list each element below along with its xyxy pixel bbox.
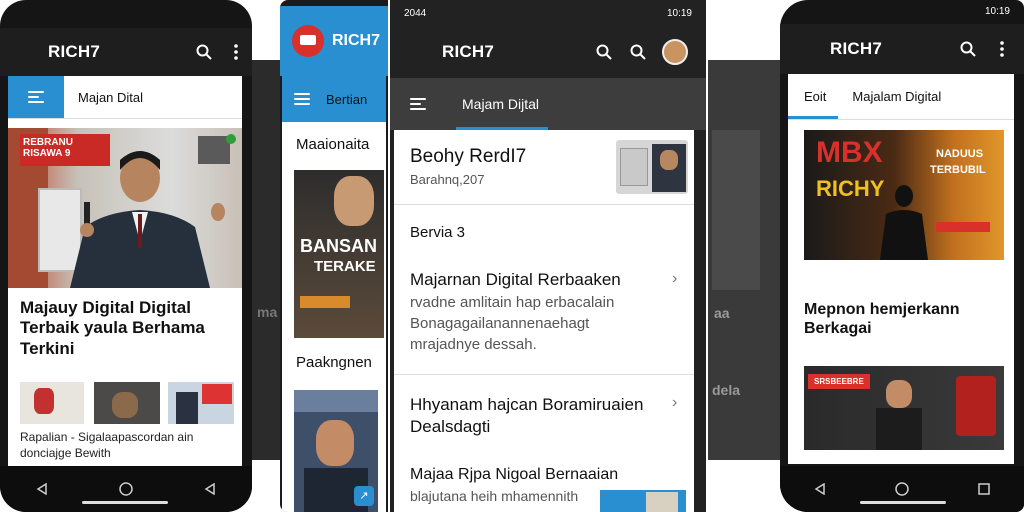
section-label: Bervia 3: [410, 224, 466, 241]
tab-bar: Eoit Majalam Digital: [788, 74, 1014, 118]
poster-side: TERBUBIL: [930, 164, 986, 176]
status-time: 2044: [404, 7, 427, 19]
video-thumbnail[interactable]: SRSBEEBRE: [804, 366, 1004, 450]
search-icon[interactable]: [596, 44, 612, 60]
thumbnail[interactable]: [94, 382, 160, 424]
list-item[interactable]: Hhyanam hajcan Boramiruaien Dealsdagti ›: [394, 380, 694, 450]
app-title: RICH7: [830, 39, 883, 58]
headline[interactable]: Mepnon hemjerkann Berkagai: [804, 300, 1004, 338]
background-caption: aa: [714, 305, 730, 321]
list-item-title: Majaa Rjpa Nigoal Bernaaian: [410, 466, 619, 483]
list-icon[interactable]: [410, 98, 426, 110]
thumb-title: BANSAN: [300, 236, 378, 256]
recents-icon[interactable]: [204, 483, 216, 495]
list-icon: [28, 91, 44, 103]
section-heading: Paakngnen: [296, 354, 372, 371]
background-strip-left: [250, 60, 282, 460]
background-strip-right: aa dela: [708, 60, 784, 460]
video-badge: SRSBEEBRE: [808, 374, 870, 389]
menu-icon[interactable]: [294, 93, 310, 105]
poster-image[interactable]: MBX RICHY NADUUS TERBUBIL: [804, 130, 1004, 260]
avatar[interactable]: [662, 39, 688, 65]
tab-bar: Majan Dital: [8, 76, 242, 118]
search-icon[interactable]: [196, 44, 212, 60]
phone-3: 2044 10:19 RICH7 Majam Dijtal Beohy Rerd…: [390, 0, 706, 512]
status-bar: 10:19: [780, 0, 1024, 22]
list-item-body: blajutana heih mhamennith: [410, 488, 579, 504]
more-vert-icon[interactable]: [1000, 41, 1004, 57]
menu-icon[interactable]: [800, 43, 816, 55]
tab-bar: Majam Dijtal: [390, 78, 706, 130]
nav-bar: [0, 466, 252, 512]
screen: Beohy RerdI7 Barahnq,207 Bervia 3 Majarn…: [394, 130, 694, 512]
app-logo-icon: [292, 25, 324, 57]
poster-title: MBX: [816, 136, 883, 169]
nav-bar: [780, 466, 1024, 512]
home-icon[interactable]: [895, 482, 909, 496]
app-title: RICH7: [442, 42, 495, 61]
app-bar: RICH7: [780, 24, 1024, 74]
featured-card-title[interactable]: Beohy RerdI7: [410, 146, 526, 168]
home-indicator: [82, 501, 168, 504]
phone-4: 10:19 RICH7 Eoit Majalam Digital MBX RIC…: [780, 0, 1024, 512]
list-item[interactable]: Majarnan Digital Rerbaaken rvadne amlita…: [394, 258, 694, 368]
status-time: 10:19: [984, 5, 1010, 17]
hero-image[interactable]: REBRANU RISAWA 9: [8, 128, 242, 288]
headline[interactable]: Majauy Digital Digital Terbaik yaula Ber…: [20, 298, 234, 359]
thumbnail[interactable]: [20, 382, 84, 424]
tab-menu-button[interactable]: [8, 76, 64, 118]
share-icon[interactable]: ↗: [354, 486, 374, 506]
more-vert-icon[interactable]: [234, 44, 238, 60]
tab-edit[interactable]: Eoit: [804, 89, 826, 104]
tab-bar: Bertian: [282, 76, 386, 122]
search-icon[interactable]: [960, 41, 976, 57]
list-item-title: Majarnan Digital Rerbaaken: [410, 270, 621, 289]
home-icon[interactable]: [119, 482, 133, 496]
list-item-image: [600, 490, 686, 512]
featured-card-image[interactable]: [616, 140, 688, 194]
search-icon[interactable]: [630, 44, 646, 60]
tab-digital[interactable]: Majalam Digital: [852, 89, 941, 104]
article-image[interactable]: ↗: [294, 390, 378, 512]
screen: Eoit Majalam Digital MBX RICHY NADUUS TE…: [788, 74, 1014, 464]
home-indicator: [860, 501, 946, 504]
caption[interactable]: Rapalian - Sigalaapascordan ain donciajg…: [20, 430, 234, 461]
list-item-body: rvadne amlitain hap erbacalain Bonagagai…: [410, 294, 615, 353]
app-title: RICH7: [332, 32, 381, 49]
chevron-right-icon: ›: [672, 270, 678, 287]
section-heading: Maaionaita: [296, 136, 370, 153]
app-bar: RICH7: [390, 26, 706, 78]
menu-icon[interactable]: [20, 46, 36, 58]
status-battery: 10:19: [666, 7, 692, 19]
article-image[interactable]: BANSAN TERAKE: [294, 170, 384, 338]
back-icon[interactable]: [36, 483, 48, 495]
poster-side: NADUUS: [936, 148, 984, 160]
thumb-title: TERAKE: [314, 258, 376, 275]
thumbnail[interactable]: [168, 382, 234, 424]
screen: Majan Dital REBRANU RISAWA 9 Majauy Digi…: [8, 76, 242, 466]
app-title: RICH7: [48, 42, 101, 61]
list-item-title: Hhyanam hajcan Boramiruaien Dealsdagti: [410, 395, 644, 437]
status-bar: 2044 10:19: [390, 0, 706, 26]
list-item[interactable]: Majaa Rjpa Nigoal Bernaaian blajutana he…: [394, 460, 694, 512]
tab-label[interactable]: Majan Dital: [78, 90, 143, 105]
menu-icon[interactable]: [408, 46, 424, 58]
app-bar: RICH7: [0, 28, 252, 76]
background-caption: ma: [257, 304, 278, 320]
phone-2: RICH7 Bertian Maaionaita BANSAN TERAKE P…: [280, 0, 388, 512]
tab-label[interactable]: Majam Dijtal: [462, 96, 539, 112]
phone-1: RICH7 Majan Dital REBRANU RISAWA 9 Majau…: [0, 0, 252, 512]
background-caption: dela: [712, 382, 741, 398]
tab-label[interactable]: Bertian: [326, 92, 367, 107]
screen: Bertian Maaionaita BANSAN TERAKE Paakngn…: [282, 76, 386, 512]
featured-card-subtitle: Barahnq,207: [410, 172, 485, 187]
back-icon[interactable]: [814, 483, 826, 495]
recents-icon[interactable]: [977, 483, 990, 495]
chevron-right-icon: ›: [672, 394, 678, 411]
app-bar: RICH7: [280, 6, 388, 76]
